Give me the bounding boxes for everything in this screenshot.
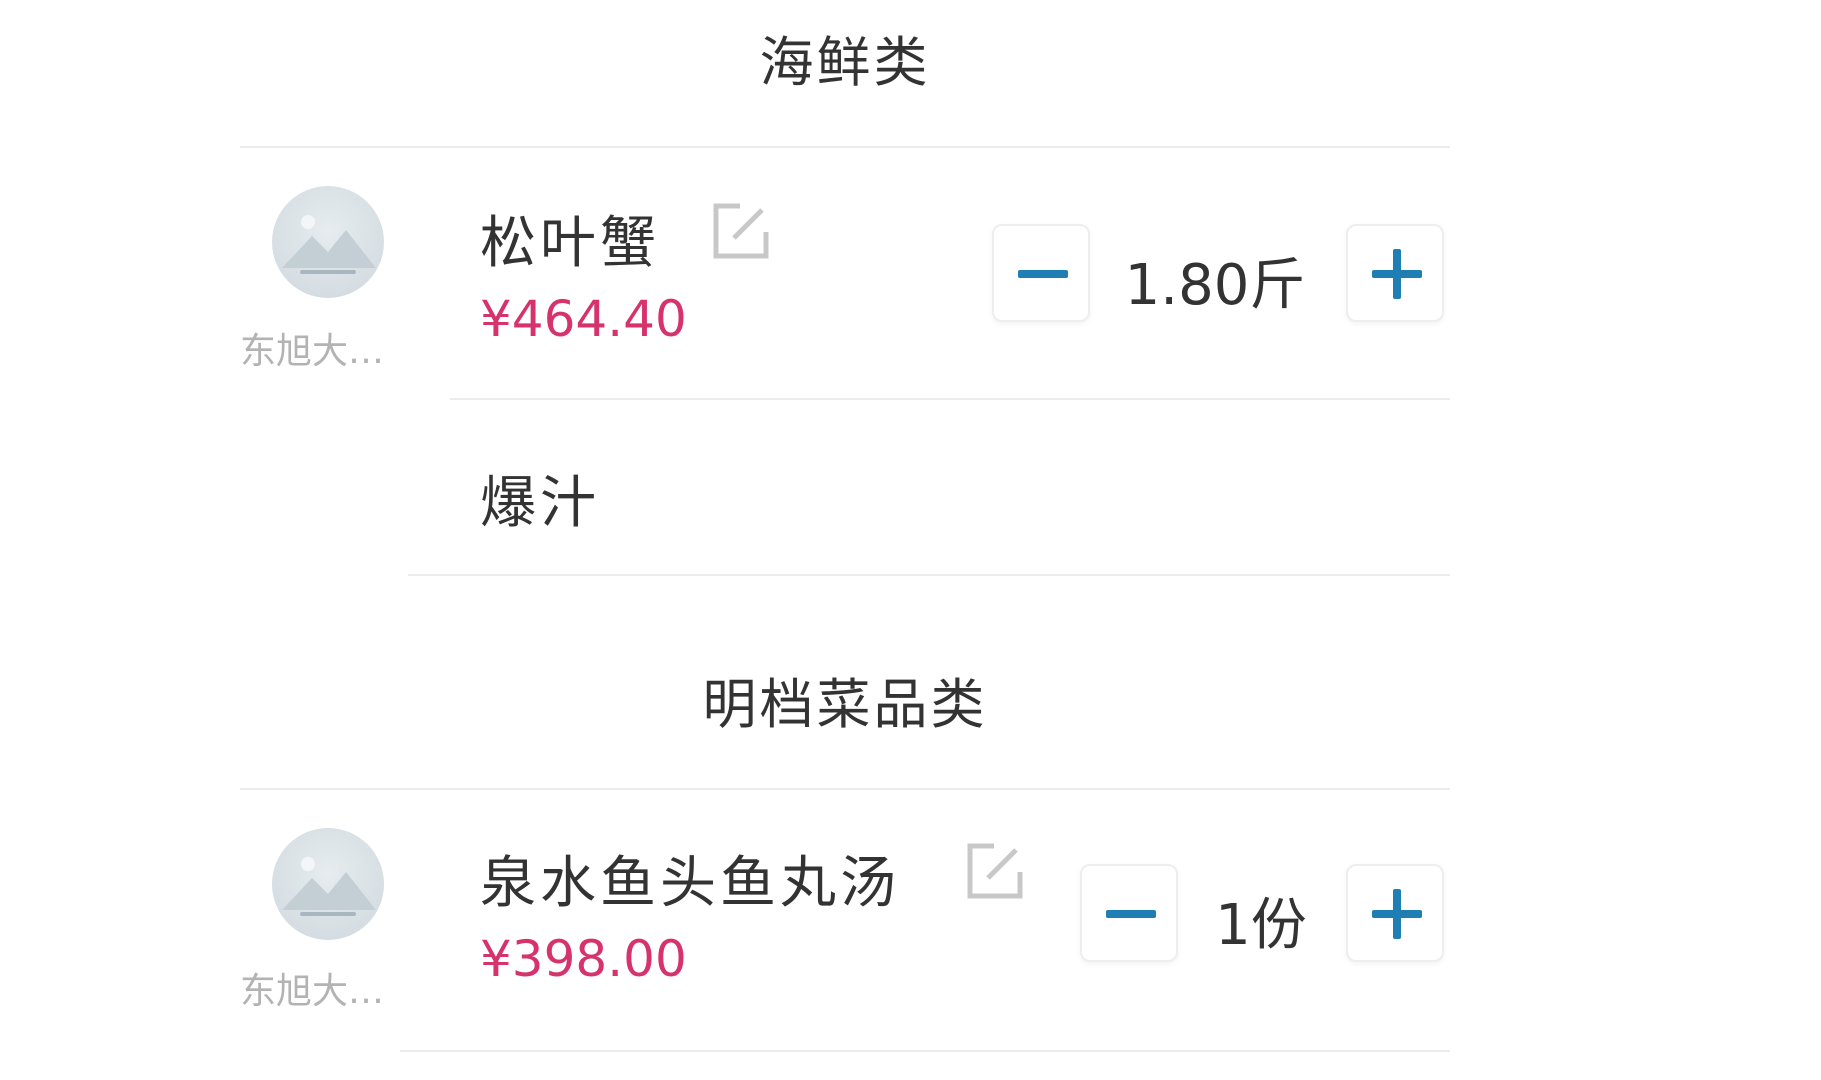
dish-price: ¥398.00 [480, 930, 687, 988]
mountain-icon [282, 215, 376, 274]
edit-icon[interactable] [964, 840, 1026, 902]
quantity-value: 1.80斤 [1124, 253, 1306, 318]
dish-name: 松叶蟹 [480, 211, 660, 276]
shop-avatar [272, 186, 384, 298]
category-title: 明档菜品类 [702, 673, 988, 736]
minus-icon [1106, 910, 1156, 918]
shop-avatar [272, 828, 384, 940]
divider [400, 1050, 1450, 1052]
quantity-decrease-button[interactable] [992, 224, 1090, 322]
divider [408, 574, 1450, 576]
divider [240, 146, 1450, 148]
divider [450, 398, 1450, 400]
order-list-page: 海鲜类 东旭大… 松叶蟹 ¥464.40 1.80斤 爆汁 明档菜品类 东旭大…… [0, 0, 1821, 1080]
divider [240, 788, 1450, 790]
dish-price: ¥464.40 [480, 290, 687, 348]
quantity-decrease-button[interactable] [1080, 864, 1178, 962]
edit-icon[interactable] [710, 200, 772, 262]
mountain-icon [282, 857, 376, 916]
quantity-value: 1份 [1215, 893, 1307, 958]
dish-note: 爆汁 [480, 471, 600, 536]
category-title: 海鲜类 [759, 31, 931, 94]
plus-icon [1372, 249, 1422, 299]
quantity-increase-button[interactable] [1346, 224, 1444, 322]
quantity-increase-button[interactable] [1346, 864, 1444, 962]
shop-name: 东旭大… [240, 971, 385, 1012]
plus-icon [1372, 889, 1422, 939]
minus-icon [1018, 270, 1068, 278]
shop-name: 东旭大… [240, 331, 385, 372]
dish-name: 泉水鱼头鱼丸汤 [480, 851, 900, 916]
